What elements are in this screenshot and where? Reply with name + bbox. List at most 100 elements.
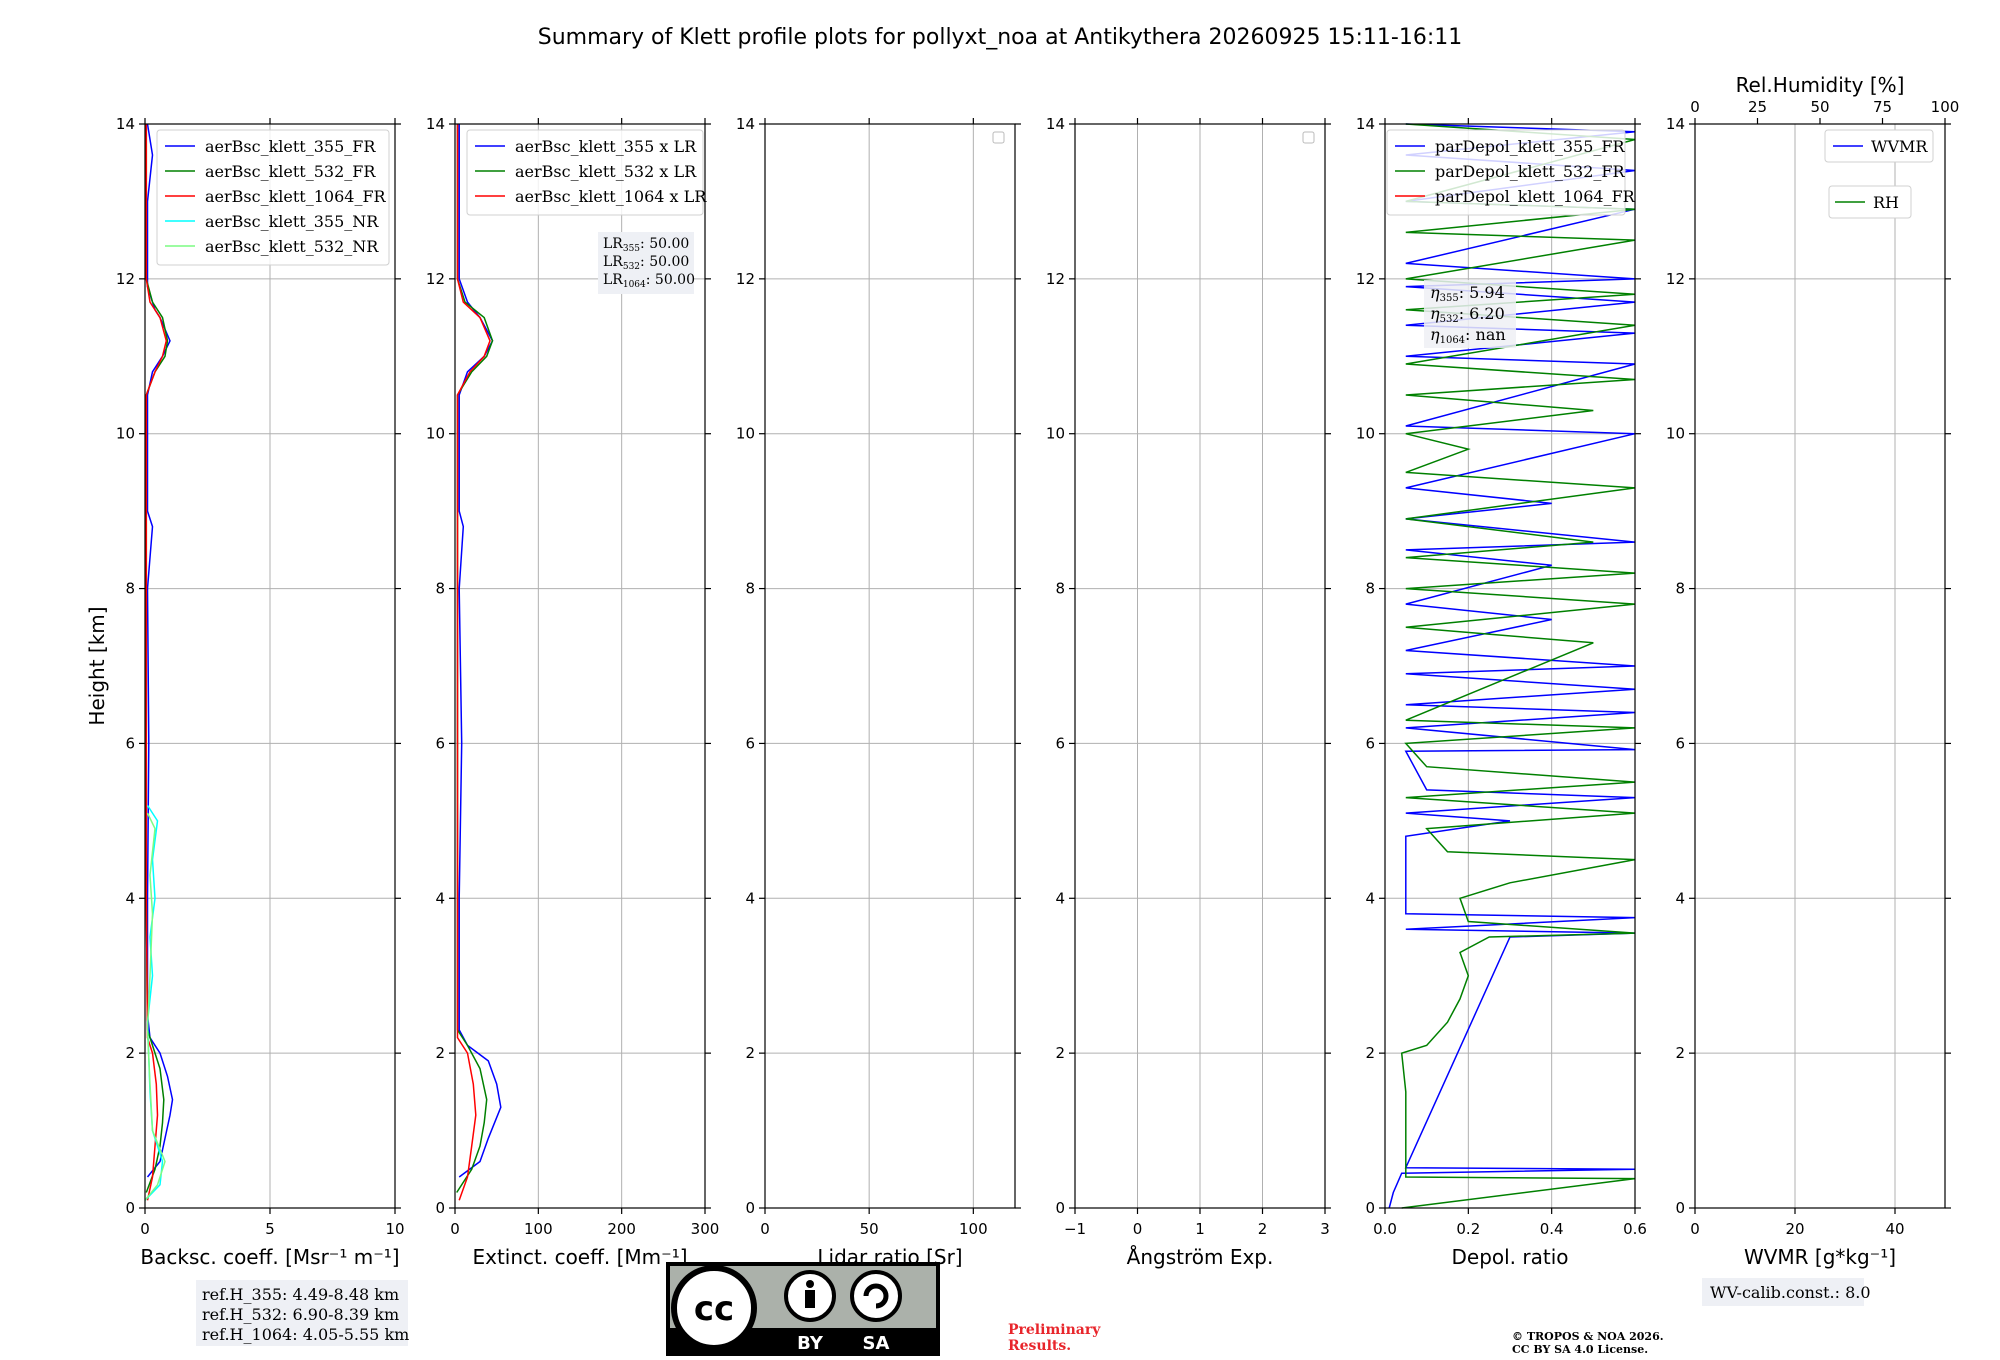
wvcalib-text: WV-calib.const.: 8.0 — [1710, 1283, 1871, 1302]
x-axis-label: Backsc. coeff. [Msr⁻¹ m⁻¹] — [140, 1245, 399, 1269]
refh-1064: ref.H_1064: 4.05-5.55 km — [202, 1325, 409, 1344]
wvcalib-box: WV-calib.const.: 8.0 — [1702, 1278, 1871, 1306]
y-tick-label: 14 — [116, 115, 135, 133]
by-icon-head — [806, 1280, 814, 1288]
y-tick-label: 12 — [116, 270, 135, 288]
x-tick-label: 0.2 — [1456, 1220, 1480, 1238]
series-line-aerBsc_klett_1064 x LR — [456, 124, 491, 1201]
y-tick-label: 2 — [125, 1044, 135, 1062]
legend-label: aerBsc_klett_1064_FR — [205, 187, 387, 206]
legend-label: aerBsc_klett_532_FR — [205, 162, 376, 181]
refh-box: ref.H_355: 4.49-8.48 km ref.H_532: 6.90-… — [196, 1280, 409, 1346]
y-tick-label: 14 — [1666, 115, 1685, 133]
legend-label: WVMR — [1871, 137, 1928, 156]
y-tick-label: 0 — [125, 1199, 135, 1217]
y-tick-label: 0 — [1055, 1199, 1065, 1217]
y-tick-label: 8 — [1365, 580, 1375, 598]
y-tick-label: 0 — [1365, 1199, 1375, 1217]
y-tick-label: 6 — [435, 734, 445, 752]
y-tick-label: 2 — [1365, 1044, 1375, 1062]
y-tick-label: 2 — [1675, 1044, 1685, 1062]
x-tick-label: 1 — [1195, 1220, 1205, 1238]
y-tick-label: 8 — [1675, 580, 1685, 598]
x2-tick-label: 100 — [1931, 98, 1960, 116]
x-tick-label: 50 — [860, 1220, 879, 1238]
x-tick-label: −1 — [1064, 1220, 1086, 1238]
eta-box: η355: 5.94 η532: 6.20 η1064: nan — [1424, 280, 1516, 348]
y-tick-label: 2 — [435, 1044, 445, 1062]
legend-label: aerBsc_klett_355_FR — [205, 137, 376, 156]
y-tick-label: 10 — [1046, 425, 1065, 443]
y-tick-label: 2 — [1055, 1044, 1065, 1062]
legend-label: RH — [1873, 193, 1899, 212]
x2-tick-label: 75 — [1873, 98, 1892, 116]
y-tick-label: 12 — [736, 270, 755, 288]
chart-panel-4: −1 0 1 2 302468101214Ångström Exp. — [1046, 115, 1331, 1269]
legend-label: parDepol_klett_532_FR — [1435, 162, 1626, 181]
y-tick-label: 12 — [1356, 270, 1375, 288]
x-axis-label: Ångström Exp. — [1127, 1245, 1274, 1269]
by-icon-body — [805, 1290, 815, 1308]
y-tick-label: 8 — [1055, 580, 1065, 598]
y-tick-label: 0 — [1675, 1199, 1685, 1217]
preliminary-line1: Preliminary — [1008, 1322, 1101, 1338]
x-tick-label: 300 — [691, 1220, 720, 1238]
chart-panel-1: 0 5 10 0 2 4 6 8 10 12 14 Backsc. coeff. [Msr⁻¹ m⁻¹… — [85, 115, 405, 1269]
x-tick-label: 3 — [1320, 1220, 1330, 1238]
y-tick-label: 8 — [435, 580, 445, 598]
figure-title: Summary of Klett profile plots for polly… — [538, 25, 1463, 50]
refh-355: ref.H_355: 4.49-8.48 km — [202, 1285, 399, 1304]
y-tick-label: 10 — [736, 425, 755, 443]
y-tick-label: 4 — [1365, 889, 1375, 907]
legend-label: aerBsc_klett_532 x LR — [515, 162, 697, 181]
x-tick-label: 0.6 — [1623, 1220, 1647, 1238]
x-tick-label: 2 — [1258, 1220, 1268, 1238]
lr-box: LR355: 50.00 LR532: 50.00 LR1064: 50.00 — [598, 232, 695, 294]
x-tick-label: 100 — [959, 1220, 988, 1238]
y-tick-label: 6 — [125, 734, 135, 752]
sa-label: SA — [863, 1333, 890, 1354]
y-tick-label: 14 — [1356, 115, 1375, 133]
cc-letters: cc — [694, 1289, 734, 1329]
x2-axis-label: Rel.Humidity [%] — [1736, 73, 1905, 97]
y-tick-label: 6 — [1675, 734, 1685, 752]
preliminary-line2: Results. — [1008, 1338, 1071, 1354]
cc-by-sa-logo: cc BY SA — [666, 1262, 940, 1356]
legend-label: aerBsc_klett_355 x LR — [515, 137, 697, 156]
x-tick-label: 0 — [1133, 1220, 1143, 1238]
y-tick-label: 4 — [745, 889, 755, 907]
lr-355: LR355: 50.00 — [603, 236, 689, 254]
copyright-line2: CC BY SA 4.0 License. — [1512, 1343, 1648, 1356]
x-axis-label: WVMR [g*kg⁻¹] — [1744, 1245, 1896, 1269]
legend-label: aerBsc_klett_532_NR — [205, 237, 379, 256]
x-tick-label: 0 — [1690, 1220, 1700, 1238]
y-tick-label: 10 — [116, 425, 135, 443]
y-tick-label: 0 — [435, 1199, 445, 1217]
y-tick-label: 6 — [1055, 734, 1065, 752]
x-tick-label: 0 — [450, 1220, 460, 1238]
y-tick-label: 14 — [736, 115, 755, 133]
y-axis-label: Height [km] — [85, 606, 109, 725]
series-line-aerBsc_klett_355 x LR — [458, 124, 502, 1178]
plot-frame — [1694, 123, 1946, 1209]
legend-label: parDepol_klett_1064_FR — [1435, 187, 1636, 206]
y-tick-label: 4 — [125, 889, 135, 907]
y-tick-label: 6 — [745, 734, 755, 752]
y-tick-label: 0 — [745, 1199, 755, 1217]
empty-legend-box — [1302, 131, 1315, 144]
chart-panel-3: 0 50 10002468101214Lidar ratio [Sr] — [736, 115, 1021, 1269]
x-tick-label: 5 — [265, 1220, 275, 1238]
x-tick-label: 0.0 — [1373, 1220, 1397, 1238]
series-line-aerBsc_klett_1064_FR — [145, 124, 168, 1201]
x2-tick-label: 0 — [1690, 98, 1700, 116]
panels: 0 5 1002468101214Backsc. coeff. [Msr⁻¹ m⁻¹… — [85, 73, 1959, 1269]
by-label: BY — [797, 1333, 824, 1354]
series-line-aerBsc_klett_355_FR — [146, 123, 174, 1178]
series-line-aerBsc_klett_532 x LR — [456, 124, 494, 1193]
y-tick-label: 12 — [1666, 270, 1685, 288]
y-tick-label: 12 — [1046, 270, 1065, 288]
legend-label: parDepol_klett_355_FR — [1435, 137, 1626, 156]
x-tick-label: 100 — [524, 1220, 553, 1238]
y-tick-label: 8 — [745, 580, 755, 598]
y-tick-label: 2 — [745, 1044, 755, 1062]
